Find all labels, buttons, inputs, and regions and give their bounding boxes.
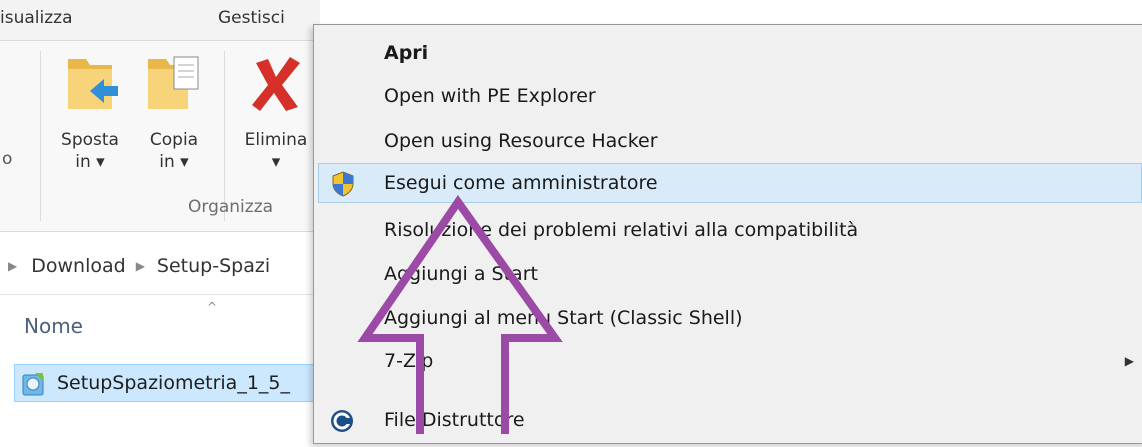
move-folder-icon (50, 53, 130, 121)
move-to-dropdown: in ▾ (75, 152, 105, 172)
submenu-arrow-icon: ▶ (1124, 354, 1134, 368)
uac-shield-icon (331, 171, 355, 210)
menu-item-label: File Distruttore (384, 409, 525, 431)
menu-item-classic-shell[interactable]: Aggiungi al menu Start (Classic Shell) (318, 298, 1142, 338)
move-to-label: Sposta (61, 130, 119, 150)
breadcrumb-download[interactable]: Download (31, 255, 125, 277)
menu-item-label: Esegui come amministratore (384, 172, 658, 194)
breadcrumb: ▶ Download ▶ Setup-Spazi (0, 238, 320, 295)
delete-dropdown: ▾ (271, 152, 281, 172)
tab-visualizza[interactable]: isualizza (0, 8, 72, 28)
group-label-organizza: Organizza (188, 197, 274, 217)
group-separator (40, 51, 41, 221)
chevron-right-icon[interactable]: ▶ (136, 259, 145, 273)
file-name: SetupSpaziometria_1_5_ (57, 372, 291, 394)
menu-item-label: 7-Zip (384, 350, 434, 372)
partial-label: o (2, 149, 13, 169)
copy-to-label: Copia (149, 130, 199, 150)
copy-to-dropdown: in ▾ (159, 152, 189, 172)
setup-installer-icon (21, 371, 47, 401)
copy-to-button[interactable]: Copia in ▾ (140, 53, 208, 173)
copy-folder-icon (140, 53, 208, 121)
menu-item-label: Open with PE Explorer (384, 85, 596, 107)
menu-item-label: Risoluzione dei problemi relativi alla c… (384, 219, 859, 241)
sort-ascending-icon: ^ (207, 300, 218, 314)
menu-item-compatibility[interactable]: Risoluzione dei problemi relativi alla c… (318, 210, 1142, 250)
selected-file-row[interactable]: SetupSpaziometria_1_5_ (14, 364, 319, 402)
menu-item-run-as-admin[interactable]: Esegui come amministratore (318, 163, 1142, 203)
menu-item-label: Apri (384, 42, 429, 64)
ribbon-body: o Sposta in ▾ Copia in ▾ Elimina ▾ Organ… (0, 41, 320, 232)
tab-gestisci[interactable]: Gestisci (218, 8, 285, 28)
menu-item-label: Aggiungi a Start (384, 263, 538, 285)
column-header-name[interactable]: Nome (24, 314, 83, 338)
context-menu: Apri Open with PE Explorer Open using Re… (313, 24, 1142, 444)
chevron-right-icon[interactable]: ▶ (8, 259, 17, 273)
menu-item-open-resource-hacker[interactable]: Open using Resource Hacker (318, 121, 1142, 161)
breadcrumb-setup-folder[interactable]: Setup-Spazi (157, 255, 270, 277)
menu-item-open[interactable]: Apri (318, 33, 1142, 73)
delete-label: Elimina (244, 130, 308, 150)
menu-item-open-pe-explorer[interactable]: Open with PE Explorer (318, 76, 1142, 116)
menu-item-7zip[interactable]: 7-Zip ▶ (318, 341, 1142, 381)
delete-x-icon (234, 53, 318, 121)
menu-item-label: Aggiungi al menu Start (Classic Shell) (384, 307, 743, 329)
menu-item-file-shredder[interactable]: File Distruttore (318, 400, 1142, 440)
ribbon-tab-bar: isualizza Gestisci (0, 0, 320, 41)
menu-item-label: Open using Resource Hacker (384, 130, 658, 152)
delete-button[interactable]: Elimina ▾ (234, 53, 318, 173)
group-separator (224, 51, 225, 221)
move-to-button[interactable]: Sposta in ▾ (50, 53, 130, 173)
file-shredder-icon (330, 407, 354, 447)
menu-item-pin-to-start[interactable]: Aggiungi a Start (318, 254, 1142, 294)
